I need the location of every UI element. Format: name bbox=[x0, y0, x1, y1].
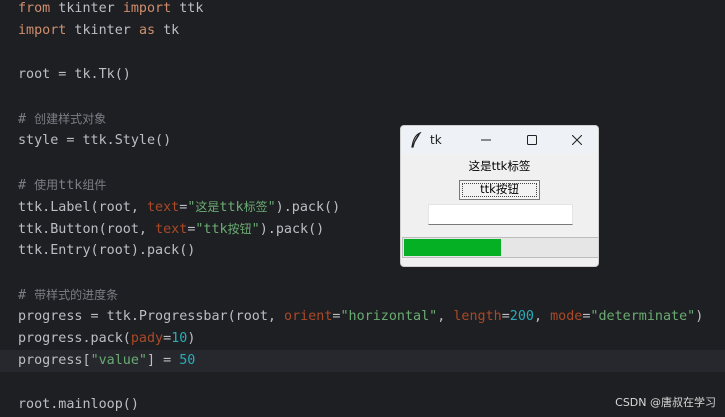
code-token: " bbox=[251, 222, 260, 237]
code-token: tk bbox=[155, 23, 180, 38]
code-line[interactable]: progress = ttk.Progressbar(root, orient =… bbox=[18, 306, 703, 328]
code-token: 使用 bbox=[34, 178, 59, 192]
code-token: orient bbox=[284, 309, 333, 324]
code-token: root.mainloop() bbox=[18, 397, 139, 412]
code-token: pady bbox=[130, 331, 164, 346]
code-line[interactable]: # 使用ttk组件 bbox=[18, 174, 106, 196]
code-line[interactable]: progress.pack(pady=10) bbox=[18, 328, 195, 350]
code-token: length bbox=[453, 309, 502, 324]
code-token: ) bbox=[695, 309, 704, 324]
code-token: " bbox=[267, 200, 276, 215]
code-token: ttk bbox=[219, 200, 244, 215]
code-token: style = ttk.Style() bbox=[18, 133, 172, 148]
code-token: # bbox=[18, 112, 35, 127]
watermark: CSDN @唐叔在学习 bbox=[615, 396, 716, 409]
tk-window[interactable]: tk 这是ttk标签 ttk按钮 bbox=[400, 125, 599, 267]
code-token: mode bbox=[550, 309, 583, 324]
minimize-icon bbox=[481, 139, 491, 141]
code-token: "determinate" bbox=[590, 309, 696, 324]
minimize-button[interactable] bbox=[463, 126, 509, 154]
code-line[interactable]: style = ttk.Style() bbox=[18, 130, 171, 152]
code-token: ttk bbox=[171, 1, 204, 16]
progress-bar-fill bbox=[404, 239, 501, 256]
code-token: 10 bbox=[171, 331, 188, 346]
maximize-icon bbox=[527, 135, 537, 145]
ttk-button[interactable]: ttk按钮 bbox=[459, 180, 540, 200]
code-token: progress = ttk.Progressbar(root, bbox=[18, 309, 285, 324]
maximize-button[interactable] bbox=[509, 126, 555, 154]
code-line[interactable]: root.mainloop() bbox=[18, 394, 139, 416]
close-icon bbox=[572, 135, 582, 145]
code-token: ) bbox=[187, 331, 196, 346]
code-token: 按钮 bbox=[227, 222, 252, 236]
code-line[interactable]: ttk.Button(root, text="ttk按钮").pack() bbox=[18, 218, 324, 240]
code-token: = bbox=[163, 331, 172, 346]
code-token: 带样式的进度条 bbox=[34, 288, 119, 302]
code-token: = bbox=[501, 309, 510, 324]
code-token: tkinter bbox=[50, 1, 123, 16]
code-token: 这是 bbox=[195, 200, 220, 214]
code-token: progress.pack( bbox=[18, 331, 131, 346]
code-token: ttk.Entry(root).pack() bbox=[18, 243, 196, 258]
code-line[interactable]: root = tk.Tk() bbox=[18, 64, 131, 86]
code-token: "horizontal" bbox=[340, 309, 438, 324]
code-token: root = tk.Tk() bbox=[18, 67, 131, 82]
code-token: text bbox=[155, 222, 188, 237]
code-token: # bbox=[18, 288, 35, 303]
ttk-entry[interactable] bbox=[428, 204, 573, 225]
code-token: ] = bbox=[147, 353, 180, 368]
code-token: , bbox=[533, 309, 551, 324]
ttk-label: 这是ttk标签 bbox=[468, 159, 531, 173]
window-title: tk bbox=[430, 133, 442, 147]
code-token: text bbox=[147, 200, 180, 215]
code-token: ).pack() bbox=[275, 200, 341, 215]
code-token: ).pack() bbox=[259, 222, 325, 237]
code-token: # bbox=[18, 178, 35, 193]
code-token: import bbox=[122, 1, 172, 16]
code-token: from bbox=[18, 1, 51, 16]
code-line[interactable]: ttk.Label(root, text="这是ttk标签").pack() bbox=[18, 196, 340, 218]
code-token: ttk bbox=[58, 178, 83, 193]
code-line[interactable]: from tkinter import ttk bbox=[18, 0, 203, 20]
close-button[interactable] bbox=[554, 126, 598, 154]
progress-bar bbox=[402, 237, 598, 258]
code-editor[interactable]: from tkinter import ttk import tkinter as… bbox=[0, 0, 725, 417]
code-token: ttk.Button(root, bbox=[18, 222, 156, 237]
code-token: 标签 bbox=[243, 200, 268, 214]
code-token: "value" bbox=[90, 353, 147, 368]
code-line[interactable]: import tkinter as tk bbox=[18, 20, 179, 42]
feather-icon bbox=[411, 132, 422, 148]
code-token: ttk.Label(root, bbox=[18, 200, 147, 215]
code-line[interactable]: # 带样式的进度条 bbox=[18, 284, 118, 306]
code-line[interactable]: progress["value"] = 50 bbox=[18, 350, 195, 372]
code-token: import bbox=[18, 23, 67, 38]
code-token: progress[ bbox=[18, 353, 91, 368]
code-token: as bbox=[138, 23, 156, 38]
code-line[interactable]: # 创建样式对象 bbox=[18, 108, 106, 130]
code-token: , bbox=[437, 309, 454, 324]
title-bar[interactable]: tk bbox=[401, 126, 598, 154]
code-token: 50 bbox=[179, 353, 196, 368]
code-token: tkinter bbox=[66, 23, 139, 38]
code-token: 200 bbox=[509, 309, 534, 324]
code-line[interactable]: ttk.Entry(root).pack() bbox=[18, 240, 195, 262]
code-token: "ttk bbox=[195, 222, 228, 237]
code-token: 创建样式对象 bbox=[34, 112, 107, 126]
code-token: 组件 bbox=[82, 178, 107, 192]
